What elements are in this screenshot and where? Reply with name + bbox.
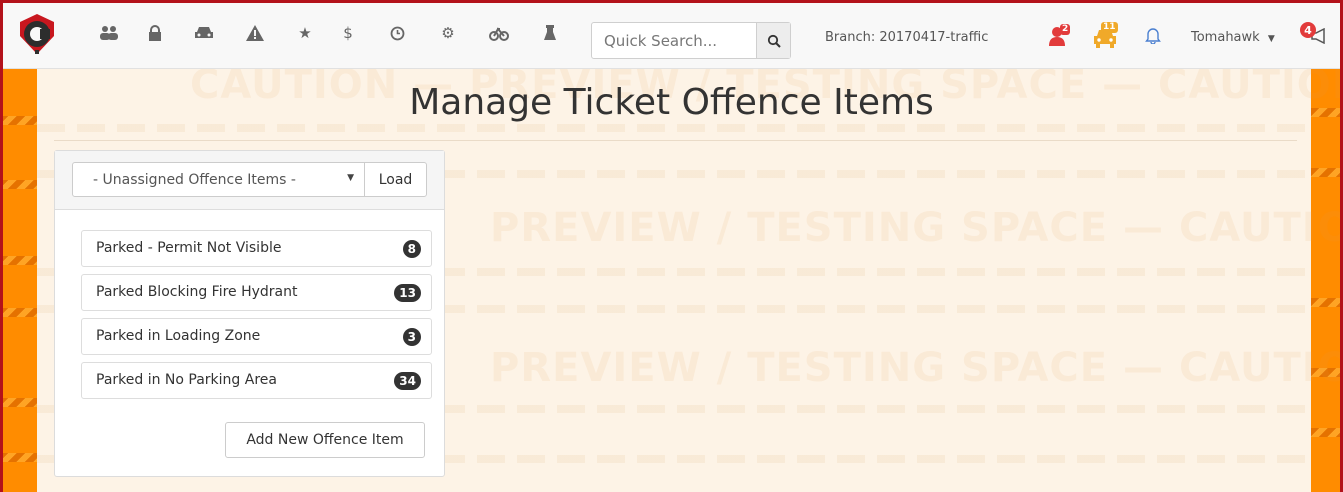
- announcement-count: 4: [1300, 22, 1316, 38]
- settings-icon[interactable]: ⚙: [437, 22, 459, 44]
- user-alert-icon[interactable]: 2: [1049, 24, 1073, 46]
- count-badge: 13: [394, 284, 421, 302]
- vehicle-alert-icon[interactable]: 11: [1093, 22, 1119, 48]
- user-alert-count: 2: [1060, 24, 1071, 35]
- bell-icon[interactable]: [1145, 27, 1161, 48]
- offence-group-select[interactable]: - Unassigned Offence Items - ▼: [72, 162, 365, 197]
- title-divider: [54, 140, 1297, 141]
- top-navbar: ★ $ ⚙ Branch: 20170417-traffic 2 11 Toma…: [0, 0, 1343, 69]
- add-offence-item-button[interactable]: Add New Offence Item: [225, 422, 425, 458]
- list-item-label: Parked Blocking Fire Hydrant: [96, 284, 298, 300]
- offence-items-panel: - Unassigned Offence Items - ▼ Load Park…: [54, 150, 445, 477]
- list-item-label: Parked - Permit Not Visible: [96, 240, 282, 256]
- user-menu[interactable]: Tomahawk ▼: [1191, 30, 1275, 45]
- lab-icon[interactable]: [539, 22, 561, 44]
- search-icon: [767, 34, 781, 48]
- list-item[interactable]: Parked - Permit Not Visible 8: [81, 230, 432, 267]
- search-input[interactable]: [592, 23, 756, 58]
- list-item[interactable]: Parked Blocking Fire Hydrant 13: [81, 274, 432, 311]
- panel-header: - Unassigned Offence Items - ▼ Load: [55, 151, 444, 210]
- list-item-label: Parked in Loading Zone: [96, 328, 261, 344]
- star-icon[interactable]: ★: [294, 22, 316, 44]
- list-item[interactable]: Parked in No Parking Area 34: [81, 362, 432, 399]
- select-value: - Unassigned Offence Items -: [93, 171, 296, 188]
- bicycle-icon[interactable]: [488, 22, 510, 44]
- page-title: Manage Ticket Offence Items: [409, 82, 934, 123]
- clock-icon[interactable]: [386, 22, 408, 44]
- chevron-down-icon: ▼: [1267, 34, 1275, 44]
- users-icon[interactable]: [98, 22, 120, 44]
- warning-icon[interactable]: [244, 22, 266, 44]
- count-badge: 3: [402, 328, 421, 346]
- car-icon[interactable]: [193, 22, 215, 44]
- vehicle-alert-count: 11: [1101, 22, 1118, 33]
- list-item-label: Parked in No Parking Area: [96, 372, 277, 388]
- list-item[interactable]: Parked in Loading Zone 3: [81, 318, 432, 355]
- lock-icon[interactable]: [144, 22, 166, 44]
- count-badge: 8: [402, 240, 421, 258]
- watermark-text: PREVIEW / TESTING SPACE — CAUTION: [490, 205, 1343, 251]
- search-button[interactable]: [756, 23, 790, 58]
- caution-stripe-left: [0, 68, 37, 492]
- app-logo[interactable]: [18, 12, 56, 56]
- load-button[interactable]: Load: [364, 162, 427, 197]
- caution-stripe-right: [1311, 68, 1343, 492]
- branch-label: Branch: 20170417-traffic: [825, 30, 989, 45]
- user-name: Tomahawk: [1191, 30, 1260, 45]
- quick-search: [591, 22, 791, 59]
- count-badge: 34: [394, 372, 421, 390]
- announcement-icon[interactable]: 4: [1300, 22, 1330, 48]
- dollar-icon[interactable]: $: [337, 22, 359, 44]
- watermark-text: PREVIEW / TESTING SPACE — CAUTION: [490, 345, 1343, 391]
- chevron-down-icon: ▼: [347, 173, 354, 183]
